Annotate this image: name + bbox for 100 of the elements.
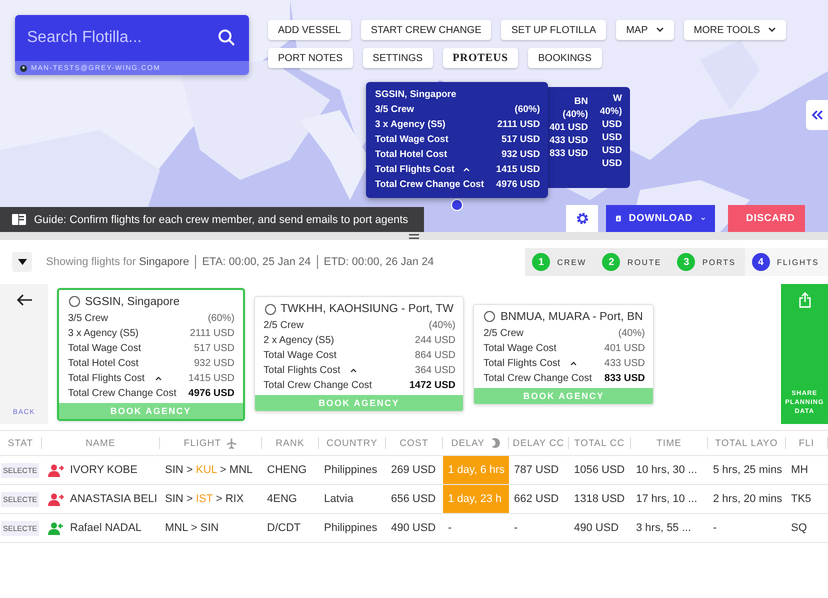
cost-label: 2 x Agency (S5) [264,335,334,346]
cost-label: 3/5 Crew [68,312,108,324]
step-tab[interactable]: 1 CREW [525,248,596,276]
table-cell-text: Latvia [323,493,354,505]
cost-value: 517 USD [501,134,540,145]
popup-title: SGSIN, Singapore [375,89,456,100]
step-number: 1 [532,253,550,271]
person-icon [48,492,64,506]
table-cell-text: D/CDT [266,522,302,534]
chevron-up-icon[interactable] [154,376,162,380]
cost-label: Total Crew Change Cost [483,372,592,384]
radio-button[interactable] [264,304,276,314]
cost-value: 517 USD [194,342,235,354]
port-title: BNMUA, MUARA - Port, BN [500,310,643,322]
table-cell-text: TK5 [790,493,812,505]
logo-button[interactable]: PROTEUS [442,48,518,68]
cost-value: 2111 USD [190,328,235,338]
chevron-up-icon[interactable] [570,360,578,366]
table-cell-text: 490 USD [573,522,620,534]
toolbar-button[interactable]: SETTINGS [362,48,433,68]
toolbar-button[interactable]: ADD VESSEL [268,20,351,40]
step-number: 3 [677,253,696,271]
cost-value: 1415 USD [496,164,540,175]
cost-value: 244 USD [414,335,456,346]
column-header[interactable]: TOTAL LAYO [715,438,778,448]
cost-value: 932 USD [194,358,235,368]
search-icon[interactable] [218,29,235,46]
cost-value: 401 USD [604,342,645,354]
table-cell: 1 day, 6 hrs [443,456,509,484]
table-cell-text: MNL > SIN [164,522,220,534]
table-cell-text: 1056 USD [573,464,626,476]
dropdown-button[interactable] [12,252,32,272]
table-cell-text: 1318 USD [573,493,626,505]
toolbar-button[interactable]: PORT NOTES [268,48,353,68]
port-title: SGSIN, Singapore [85,296,180,308]
column-header[interactable]: TOTAL CC [574,438,625,448]
column-header[interactable]: TIME [656,438,682,448]
step-tab[interactable]: 3 PORTS [670,248,745,276]
column-header[interactable]: STAT [8,438,34,448]
cost-value: (60%) [208,312,235,324]
toolbar-button[interactable]: MORE TOOLS [684,20,786,40]
column-header[interactable]: COUNTRY [326,438,378,448]
port-title: TWKHH, KAOHSIUNG - Port, TW [280,303,454,315]
table-cell-text: CHENG [266,464,308,476]
user-icon [20,64,27,72]
table-cell-text: - [447,521,453,536]
table-cell-text: 787 USD [513,464,560,476]
table-cell-text: 656 USD [390,493,437,505]
collapse-button[interactable] [806,100,828,130]
cost-value: 932 USD [501,149,540,160]
share-icon [798,292,810,308]
showing-text: Showing flights for Singapore [46,256,190,268]
table-cell-text: 662 USD [513,493,560,505]
table-cell-text: 4ENG [266,493,298,505]
download-button[interactable]: DOWNLOAD [606,205,715,232]
toolbar-button[interactable]: SET UP FLOTILLA [501,20,606,40]
table-cell-text: 269 USD [390,464,437,476]
search-field[interactable]: Search Flotilla... [15,15,249,61]
cost-value: (40%) [428,320,456,331]
port-card[interactable]: BNMUA, MUARA - Port, BN 2/5 Crew (40%) Total Wage Cost 401 USD Total Flights Cost 433 USD Total Crew Change Cost 833 USD BOOK AGENCY [473,304,654,404]
cost-value: 364 USD [414,365,456,376]
table-cell-text: 5 hrs, 25 mins [712,464,784,476]
radio-button[interactable] [69,296,80,307]
table-cell-text: - [712,522,718,534]
radio-button[interactable] [484,311,496,322]
column-header[interactable]: RANK [276,438,304,448]
table-cell-text: SIN > KUL > MNL [164,464,254,476]
cost-label: Total Crew Change Cost [68,388,176,398]
caret-icon [18,259,26,265]
popup-text: USD [602,132,622,143]
table-cell-text: 3 hrs, 55 ... [635,522,692,534]
column-header[interactable]: DELAY CC [512,438,564,448]
table-cell-text: SIN > IST > RIX [164,493,245,505]
column-header[interactable]: NAME [86,438,116,448]
column-header[interactable]: FLI [798,438,814,448]
port-card[interactable]: TWKHH, KAOHSIUNG - Port, TW 2/5 Crew (40%) 2 x Agency (S5) 244 USD Total Wage Cost 864 USD Total Flights Cost 364 USD Total Crew Change Cost 1472 USD BOOK AGENCY [254,296,464,412]
port-card[interactable]: SGSIN, Singapore 3/5 Crew (60%) 3 x Agency (S5) 2111 USD Total Wage Cost 517 USD Total Hotel Cost 932 USD Total Flights Cost 1415 USD Total Crew Change Cost 4976 USD BOOK AGENCY [57,288,245,420]
column-header[interactable]: DELAY [451,438,485,448]
settings-button[interactable] [566,205,598,232]
cost-label: Total Flights Cost [68,372,145,384]
popup-text: 401 USD [549,122,588,133]
cost-label: 3 x Agency (S5) [68,328,139,338]
popup-text: 833 USD [549,148,588,159]
toolbar-button[interactable]: BOOKINGS [528,48,602,68]
table-cell-text: 17 hrs, 10 ... [635,493,698,505]
toolbar-button[interactable]: START CREW CHANGE [360,20,492,40]
step-tab[interactable]: 4 FLIGHTS [744,248,828,276]
cost-label: 2/5 Crew [483,328,524,338]
chevron-up-icon[interactable] [350,368,358,373]
column-header[interactable]: COST [400,438,428,448]
drag-handle-icon[interactable] [409,234,419,238]
column-header[interactable]: FLIGHT [184,438,222,448]
step-tab[interactable]: 2 ROUTE [595,248,670,276]
popup-text: BN [574,96,588,107]
double-chevron-icon [811,110,823,120]
cost-value: (60%) [514,104,540,115]
table-cell: IVORY KOBE [70,464,138,476]
toolbar-button[interactable]: MAP [616,20,674,40]
etd-text: ETD: 00:00, 26 Jan 24 [324,256,434,268]
cost-label: Total Crew Change Cost [375,179,484,190]
